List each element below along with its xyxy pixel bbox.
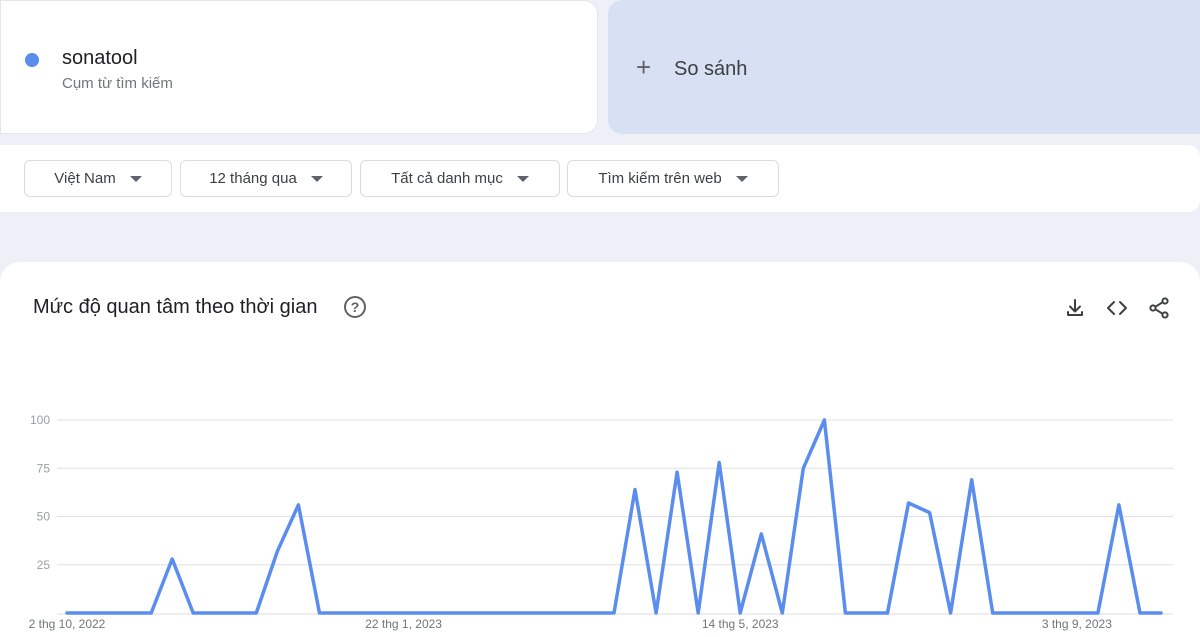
interest-over-time-card: Mức độ quan tâm theo thời gian ? 25 50 75 1…: [0, 262, 1200, 637]
caret-down-icon: [310, 175, 323, 182]
data-point[interactable]: [188, 608, 198, 618]
data-point[interactable]: [1114, 500, 1124, 510]
data-point[interactable]: [798, 463, 808, 473]
data-point[interactable]: [988, 608, 998, 618]
data-point[interactable]: [272, 546, 282, 556]
data-point[interactable]: [883, 608, 893, 618]
filter-time-range[interactable]: 12 tháng qua: [180, 160, 352, 197]
data-point[interactable]: [1030, 608, 1040, 618]
data-point[interactable]: [209, 608, 219, 618]
data-point[interactable]: [1093, 608, 1103, 618]
data-point[interactable]: [146, 608, 156, 618]
data-point[interactable]: [756, 529, 766, 539]
data-point[interactable]: [399, 608, 409, 618]
trend-chart: 25 50 75 100 2 thg 10, 2022 22 thg 1, 2023 14 …: [29, 413, 1173, 631]
y-tick-label: 75: [37, 461, 51, 475]
data-point[interactable]: [651, 608, 661, 618]
caret-down-icon: [735, 175, 748, 182]
filter-time-range-label: 12 tháng qua: [209, 170, 297, 187]
data-point[interactable]: [672, 467, 682, 477]
data-point[interactable]: [525, 608, 535, 618]
data-point[interactable]: [1051, 608, 1061, 618]
compare-label: So sánh: [674, 58, 748, 80]
y-tick-label: 100: [30, 413, 50, 427]
data-point[interactable]: [714, 457, 724, 467]
filter-region-label: Việt Nam: [54, 170, 116, 187]
data-point[interactable]: [293, 500, 303, 510]
data-point[interactable]: [567, 608, 577, 618]
data-point[interactable]: [251, 608, 261, 618]
filter-category[interactable]: Tất cả danh mục: [360, 160, 560, 197]
plus-icon: +: [636, 52, 652, 82]
data-point[interactable]: [777, 608, 787, 618]
x-tick-label: 22 thg 1, 2023: [365, 617, 442, 631]
filter-bar: Việt Nam 12 tháng qua Tất cả danh mục Tì…: [0, 145, 1200, 212]
data-point[interactable]: [1135, 608, 1145, 618]
filter-category-label: Tất cả danh mục: [391, 170, 503, 187]
data-point[interactable]: [357, 608, 367, 618]
caret-down-icon: [516, 175, 529, 182]
data-point[interactable]: [630, 484, 640, 494]
y-tick-label: 50: [37, 510, 51, 524]
data-point[interactable]: [609, 608, 619, 618]
data-point[interactable]: [483, 608, 493, 618]
data-point[interactable]: [62, 608, 72, 618]
data-point[interactable]: [1009, 608, 1019, 618]
data-point[interactable]: [967, 475, 977, 485]
data-point[interactable]: [462, 608, 472, 618]
filter-region[interactable]: Việt Nam: [24, 160, 172, 197]
data-point[interactable]: [314, 608, 324, 618]
data-point[interactable]: [861, 608, 871, 618]
data-point[interactable]: [104, 608, 114, 618]
data-point[interactable]: [1156, 608, 1166, 618]
filter-search-type-label: Tìm kiếm trên web: [598, 170, 722, 187]
x-tick-label: 2 thg 10, 2022: [29, 617, 106, 631]
data-point[interactable]: [840, 608, 850, 618]
data-point[interactable]: [904, 498, 914, 508]
x-tick-label: 14 thg 5, 2023: [702, 617, 779, 631]
data-point[interactable]: [441, 608, 451, 618]
data-point[interactable]: [693, 608, 703, 618]
data-point[interactable]: [504, 608, 514, 618]
data-point[interactable]: [167, 554, 177, 564]
data-point[interactable]: [125, 608, 135, 618]
data-point[interactable]: [819, 415, 829, 425]
term-color-dot: [25, 53, 39, 67]
term-type-label: Cụm từ tìm kiếm: [62, 75, 173, 92]
data-point[interactable]: [588, 608, 598, 618]
data-point[interactable]: [420, 608, 430, 618]
filter-search-type[interactable]: Tìm kiếm trên web: [567, 160, 779, 197]
data-point[interactable]: [83, 608, 93, 618]
data-point[interactable]: [378, 608, 388, 618]
data-point[interactable]: [925, 508, 935, 518]
y-tick-label: 25: [37, 558, 51, 572]
data-point[interactable]: [230, 608, 240, 618]
data-point[interactable]: [336, 608, 346, 618]
compare-button[interactable]: + So sánh: [608, 0, 1200, 134]
data-point[interactable]: [735, 608, 745, 618]
data-point[interactable]: [1072, 608, 1082, 618]
data-point[interactable]: [546, 608, 556, 618]
search-term-card[interactable]: sonatool Cụm từ tìm kiếm: [0, 0, 598, 134]
caret-down-icon: [129, 175, 142, 182]
x-tick-label: 3 thg 9, 2023: [1042, 617, 1112, 631]
term-name: sonatool: [62, 47, 138, 69]
data-point[interactable]: [946, 608, 956, 618]
